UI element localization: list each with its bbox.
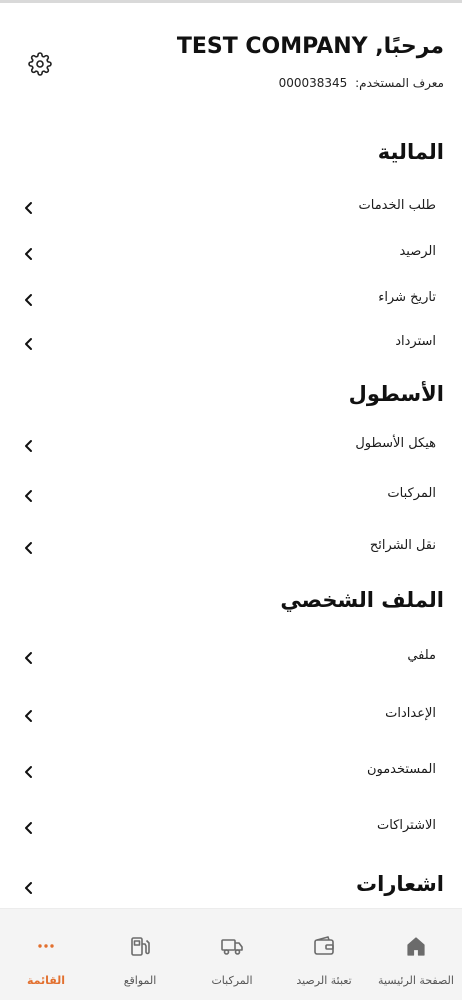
menu-item-label: المركبات [387,486,436,501]
wallet-icon [314,936,334,955]
nav-top-up[interactable]: تعبئة الرصيد [278,909,370,1000]
chevron-left-icon [25,490,32,502]
nav-menu[interactable]: القائمة [0,909,92,1000]
section-notifications[interactable]: اشعارات [0,872,462,908]
nav-home[interactable]: الصفحة الرئيسية [370,909,462,1000]
fuel-station-icon [131,937,150,956]
nav-menu-label: القائمة [26,974,66,987]
menu-item-refund[interactable]: استرداد [0,322,462,366]
menu-item-balance[interactable]: الرصيد [0,232,462,276]
section-title-notifications: اشعارات [356,872,444,896]
menu-list: المالية طلب الخدمات الرصيد تاريخ شراء اس… [0,130,462,908]
menu-item-label: الاشتراكات [376,818,436,833]
chevron-left-icon [25,710,32,722]
menu-item-label: الرصيد [399,244,436,259]
menu-item-fleet-structure[interactable]: هيكل الأسطول [0,424,462,468]
chevron-left-icon [25,882,32,894]
chevron-left-icon [25,766,32,778]
menu-item-my-profile[interactable]: ملفي [0,636,462,680]
menu-item-label: نقل الشرائح [369,538,436,553]
chevron-left-icon [25,294,32,306]
nav-vehicles[interactable]: المركبات [186,909,278,1000]
chevron-left-icon [25,248,32,260]
status-divider [0,0,462,3]
menu-item-label: تاريخ شراء [378,290,436,305]
menu-item-service-request[interactable]: طلب الخدمات [0,186,462,230]
chevron-left-icon [25,440,32,452]
nav-home-label: الصفحة الرئيسية [378,974,454,987]
menu-item-label: المستخدمون [366,762,436,777]
bottom-navigation: الصفحة الرئيسية تعبئة الرصيد المركبات ال… [0,908,462,1000]
nav-locations[interactable]: المواقع [94,909,186,1000]
nav-vehicles-label: المركبات [211,974,253,987]
chevron-left-icon [25,652,32,664]
menu-item-label: هيكل الأسطول [355,436,436,451]
truck-icon [221,939,243,955]
more-dots-icon [38,944,54,948]
menu-item-purchase-history[interactable]: تاريخ شراء [0,278,462,322]
menu-item-settings[interactable]: الإعدادات [0,694,462,738]
nav-top-up-label: تعبئة الرصيد [296,974,352,987]
section-title-profile: الملف الشخصي [280,588,444,612]
menu-item-label: استرداد [395,334,436,349]
home-icon [407,937,425,956]
nav-locations-label: المواقع [123,974,157,987]
chevron-left-icon [25,822,32,834]
chevron-left-icon [25,338,32,350]
section-title-finance: المالية [377,140,444,164]
menu-item-label: ملفي [407,648,436,663]
section-title-fleet: الأسطول [348,382,444,406]
chevron-left-icon [25,542,32,554]
menu-item-users[interactable]: المستخدمون [0,750,462,794]
greeting-title: مرحبًا, TEST COMPANY [176,34,444,59]
header: مرحبًا, TEST COMPANY معرف المستخدم: 0000… [0,28,462,98]
menu-item-label: الإعدادات [385,706,436,721]
user-id-label: معرف المستخدم: [355,76,444,90]
menu-item-vehicles[interactable]: المركبات [0,474,462,518]
user-id-line: معرف المستخدم: 000038345 [279,76,444,90]
menu-item-subscriptions[interactable]: الاشتراكات [0,806,462,850]
user-id-value: 000038345 [278,76,348,90]
menu-item-label: طلب الخدمات [358,198,437,213]
gear-icon[interactable] [28,52,52,76]
menu-item-card-transfer[interactable]: نقل الشرائح [0,526,462,570]
chevron-left-icon [25,202,32,214]
